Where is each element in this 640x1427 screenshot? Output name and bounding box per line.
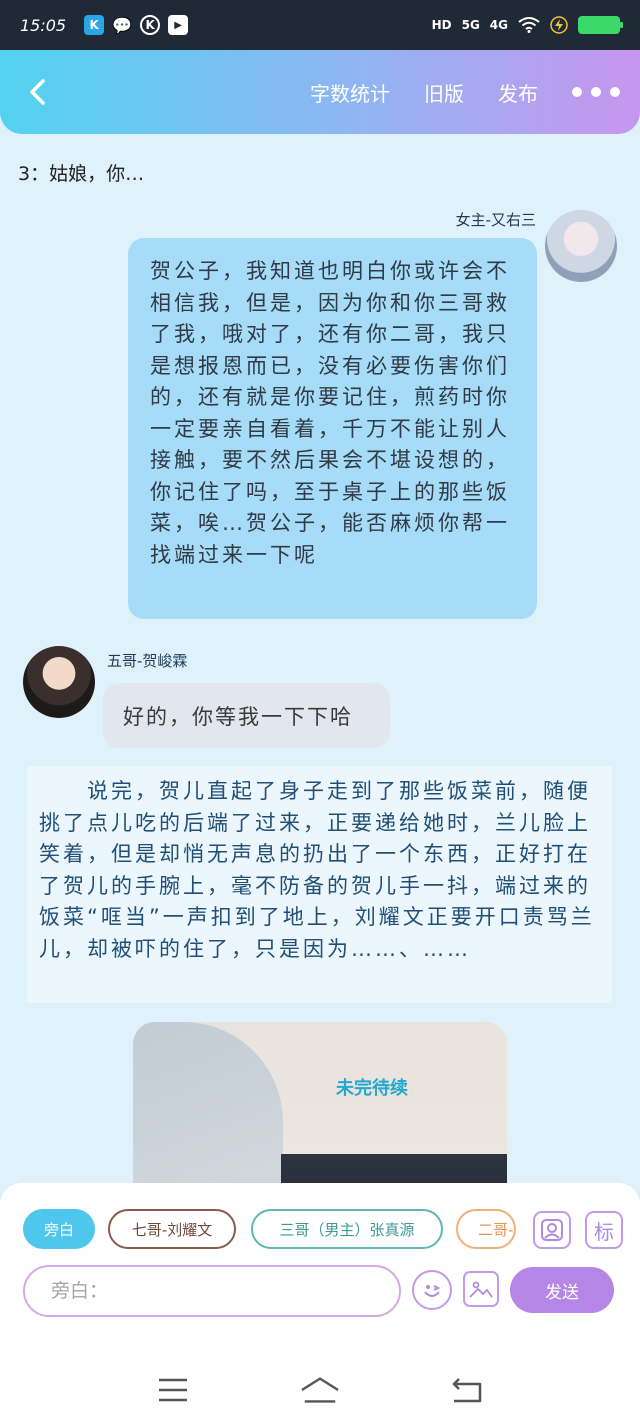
plain-text-line: 3：姑娘，你…	[18, 163, 145, 185]
message-bubble-right[interactable]: 贺公子，我知道也明白你或许会不相信我，但是，因为你和你三哥救了我，哦对了，还有你…	[128, 238, 537, 619]
hd-icon: HD	[431, 18, 452, 32]
narration-block[interactable]: 说完，贺儿直起了身子走到了那些饭菜前，随便挑了点儿吃的后端了过来，正要递给她时，…	[27, 766, 612, 1003]
return-icon	[452, 1378, 481, 1403]
wechat-icon: 💬	[112, 15, 133, 35]
speaker-name-right: 女主-又右三	[455, 211, 536, 229]
message-input[interactable]	[23, 1265, 401, 1317]
battery-icon	[578, 16, 623, 34]
avatar-fifth-brother[interactable]	[23, 646, 95, 718]
home-nav-button[interactable]	[300, 1370, 340, 1410]
more-icon[interactable]	[572, 87, 620, 97]
wifi-icon	[518, 17, 540, 33]
chevron-left-icon	[30, 79, 45, 105]
status-time: 15:05	[20, 15, 67, 35]
send-button[interactable]: 发送	[510, 1267, 614, 1313]
k-circle-icon: K	[140, 15, 161, 35]
role-chip-third-brother[interactable]: 三哥（男主）张真源	[251, 1209, 443, 1249]
tag-button[interactable]: 标	[585, 1211, 623, 1249]
system-nav-bar	[0, 1353, 640, 1427]
home-icon	[301, 1377, 339, 1403]
emoji-icon[interactable]	[412, 1270, 452, 1310]
4g-signal-icon: 4G	[489, 18, 508, 32]
publish-button[interactable]: 发布	[498, 78, 538, 107]
image-caption: 未完待续	[336, 1078, 408, 1099]
word-count-button[interactable]: 字数统计	[310, 78, 390, 107]
back-button[interactable]	[20, 75, 54, 109]
message-bubble-left[interactable]: 好的，你等我一下下哈	[103, 683, 390, 748]
contact-icon[interactable]	[533, 1211, 571, 1249]
kuaishou-icon: K	[84, 15, 105, 35]
status-indicators: HD 5G 4G	[431, 16, 623, 34]
menu-icon	[159, 1378, 188, 1402]
back-nav-button[interactable]	[447, 1370, 487, 1410]
speaker-name-left: 五哥-贺峻霖	[107, 652, 188, 670]
app-header: 字数统计 旧版 发布	[0, 50, 640, 134]
charging-icon	[550, 16, 568, 34]
input-panel: 旁白 七哥-刘耀文 三哥（男主）张真源 二哥- 标 发送	[0, 1183, 640, 1353]
video-app-icon: ▶	[168, 15, 189, 35]
avatar-heroine[interactable]	[545, 210, 617, 282]
role-chip-narration[interactable]: 旁白	[23, 1209, 95, 1249]
role-chip-second-brother[interactable]: 二哥-	[456, 1209, 516, 1249]
old-version-button[interactable]: 旧版	[424, 78, 464, 107]
header-actions: 字数统计 旧版 发布	[310, 78, 620, 107]
status-bar: 15:05 K 💬 K ▶ HD 5G 4G	[0, 0, 640, 50]
role-chip-seventh-brother[interactable]: 七哥-刘耀文	[108, 1209, 236, 1249]
menu-nav-button[interactable]	[153, 1370, 193, 1410]
5g-signal-icon: 5G	[461, 18, 480, 32]
image-upload-icon[interactable]	[463, 1271, 499, 1307]
